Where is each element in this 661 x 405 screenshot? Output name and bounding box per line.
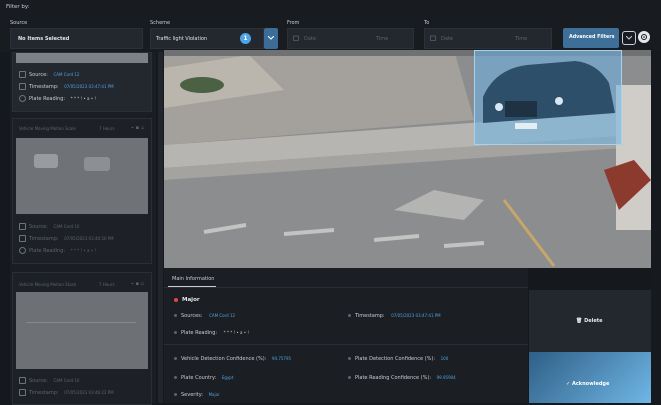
- to-date-placeholder: Date: [441, 36, 453, 42]
- field-bullet-icon: [174, 393, 177, 396]
- road-marking: [26, 322, 136, 323]
- field-bullet-icon: [174, 331, 177, 334]
- field-bullet-icon: [174, 314, 177, 317]
- source-select-value: No Items Selected: [18, 36, 70, 42]
- acknowledge-button-content: ✓ Acknowledge: [566, 381, 610, 387]
- source-icon: [19, 223, 26, 230]
- event-card[interactable]: Vehicle Moving Motion Scale 7 Hours ⌁ ▪ …: [12, 118, 152, 264]
- car-icon: [483, 61, 615, 129]
- clock-icon: [19, 83, 26, 90]
- clock-icon: [19, 235, 26, 242]
- source-icon: [19, 377, 26, 384]
- vehicle-detection-confidence-field: Vehicle Detection Confidence (%): 94.757…: [174, 356, 291, 362]
- calendar-icon: [293, 35, 299, 41]
- delete-button-content: 🗑 Delete: [576, 318, 603, 324]
- event-source-row: Source: CAM Cord 12: [19, 71, 79, 78]
- event-source-row: Source: CAM Cord 10: [19, 223, 79, 230]
- event-plate-row: Plate Reading: * * * ! • a • !: [19, 95, 96, 102]
- from-date-input[interactable]: Date Time: [287, 28, 414, 49]
- vehicle-detection-box[interactable]: [474, 50, 622, 145]
- settings-button[interactable]: [638, 31, 650, 43]
- event-age: 7 Hours: [99, 126, 115, 131]
- event-timestamp-row: Timestamp: 07/05/2023 03:47:41 PM: [19, 83, 114, 90]
- severity-field: Severity: Major: [174, 392, 220, 398]
- event-actions-icon[interactable]: ⌁ ▪ ▫: [131, 281, 144, 287]
- car-shape: [84, 157, 110, 171]
- to-label: To: [424, 20, 430, 26]
- timestamp-field: Timestamp: 07/05/2023 03:47:41 PM: [348, 313, 441, 319]
- scheme-dropdown-button[interactable]: [264, 28, 278, 49]
- to-date-input[interactable]: Date Time: [424, 28, 552, 49]
- scheme-select-value: Traffic light Violation: [156, 36, 208, 42]
- event-title: Vehicle Moving Motion Stash: [19, 282, 77, 287]
- source-label: Source: [10, 20, 28, 26]
- advanced-filters-label: Advanced Filters: [569, 35, 615, 40]
- field-bullet-icon: [348, 376, 351, 379]
- event-plate-row: Plate Reading: * * * ! • a • !: [19, 247, 96, 254]
- gear-icon: [641, 34, 647, 40]
- to-time-placeholder: Time: [515, 36, 528, 42]
- field-bullet-icon: [174, 376, 177, 379]
- acknowledge-button[interactable]: ✓ Acknowledge: [529, 352, 651, 403]
- severity-dot-icon: [174, 297, 178, 302]
- chevron-down-icon: [268, 36, 274, 40]
- event-title: Vehicle Moving Motion Scale: [19, 126, 76, 131]
- chevron-down-icon: [626, 36, 632, 40]
- tab-divider: [164, 287, 528, 288]
- event-thumbnail: [16, 138, 148, 214]
- plate-icon: [19, 247, 26, 254]
- clock-icon: [19, 389, 26, 396]
- event-card-selected[interactable]: Source: CAM Cord 12 Timestamp: 07/05/202…: [12, 52, 152, 112]
- source-select[interactable]: No Items Selected: [10, 28, 143, 49]
- field-bullet-icon: [174, 357, 177, 360]
- event-source-row: Source: CAM Cord 10: [19, 377, 79, 384]
- field-bullet-icon: [348, 314, 351, 317]
- scheme-count-badge: 1: [240, 33, 251, 44]
- source-icon: [19, 71, 26, 78]
- plate-icon: [19, 95, 26, 102]
- plate-country-field: Plate Country: Egypt: [174, 375, 233, 381]
- field-bullet-icon: [348, 357, 351, 360]
- plate-detection-confidence-field: Plate Detection Confidence (%): 100: [348, 356, 448, 362]
- delete-button[interactable]: 🗑 Delete: [529, 290, 651, 352]
- severity-heading: Major: [174, 297, 200, 303]
- scheme-select[interactable]: Traffic light Violation 1: [150, 28, 264, 49]
- check-icon: ✓: [566, 381, 571, 387]
- filter-title: Filter by:: [6, 4, 30, 10]
- event-actions-icon[interactable]: ⌁ ▪ ▫: [131, 125, 144, 131]
- panel-divider[interactable]: [158, 52, 163, 403]
- from-time-placeholder: Time: [376, 36, 389, 42]
- event-age: 7 Hours: [99, 282, 115, 287]
- camera-frame: [164, 50, 651, 268]
- scheme-label: Scheme: [150, 20, 171, 26]
- plate-reading-field: Plate Reading: * * * ! • a • !: [174, 330, 249, 336]
- collapse-filters-button[interactable]: [622, 31, 636, 45]
- car-shape: [34, 154, 58, 168]
- sources-field: Sources: CAM Cord 12: [174, 313, 235, 319]
- event-thumbnail: [16, 53, 148, 63]
- calendar-icon: [430, 35, 436, 41]
- plate-reading-confidence-field: Plate Reading Confidence (%): 99.95904: [348, 375, 456, 381]
- advanced-filters-button[interactable]: Advanced Filters: [563, 28, 619, 48]
- from-date-placeholder: Date: [304, 36, 316, 42]
- event-card[interactable]: Vehicle Moving Motion Stash 7 Hours ⌁ ▪ …: [12, 272, 152, 405]
- tab-main-information[interactable]: Main Information: [172, 276, 214, 282]
- event-timestamp-row: Timestamp: 07/05/2023 03:46:22 PM: [19, 389, 114, 396]
- event-timestamp-row: Timestamp: 07/05/2023 03:46:56 PM: [19, 235, 114, 242]
- section-divider: [164, 344, 528, 345]
- right-edge: [651, 50, 661, 403]
- from-label: From: [287, 20, 300, 26]
- trash-icon: 🗑: [576, 318, 583, 324]
- event-thumbnail: [16, 292, 148, 369]
